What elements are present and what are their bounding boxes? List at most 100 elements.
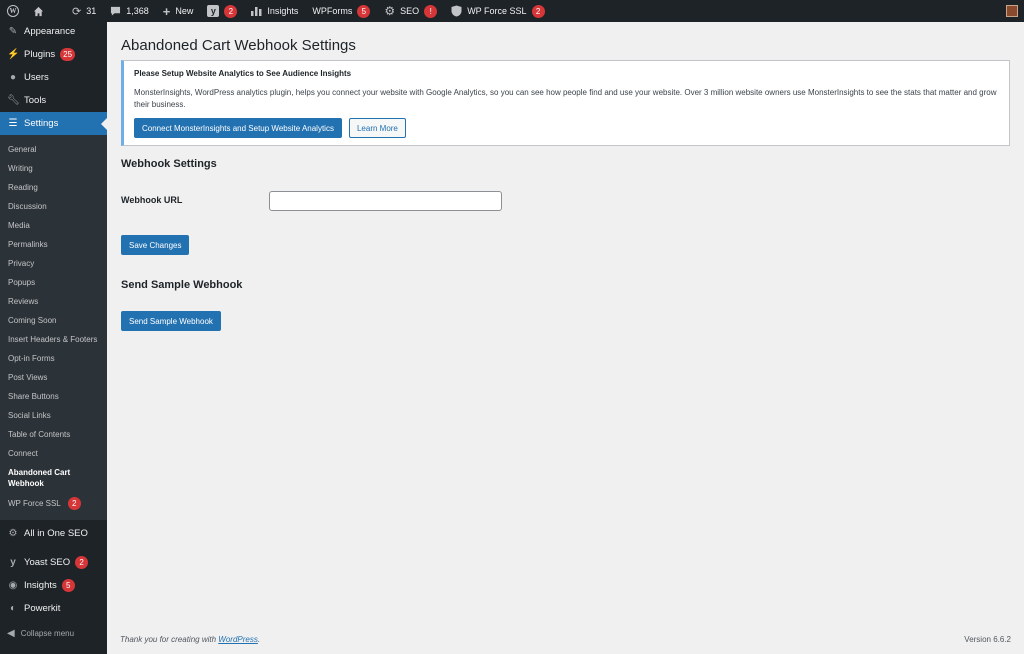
bar-chart-icon — [251, 7, 262, 16]
comment-icon — [111, 6, 121, 16]
submenu-item-table-of-contents[interactable]: Table of Contents — [0, 425, 107, 444]
updates-button[interactable]: ⟳ 31 — [65, 0, 103, 22]
submenu-item-abandoned-cart-webhook[interactable]: Abandoned Cart Webhook — [0, 463, 107, 493]
admin-bar: W ⟳ 31 1,368 + New y 2 Insights WPForms … — [0, 0, 1024, 22]
sidebar-item-label: Powerkit — [24, 603, 61, 614]
sidebar-item-users[interactable]: ● Users — [0, 66, 107, 89]
plugin-icon: ⚡ — [7, 49, 20, 60]
submenu-item-discussion[interactable]: Discussion — [0, 197, 107, 216]
ssl-badge: 2 — [531, 4, 545, 18]
submenu-item-popups[interactable]: Popups — [0, 273, 107, 292]
monsterinsights-notice: Please Setup Website Analytics to See Au… — [121, 60, 1010, 146]
yoast-icon: y — [10, 557, 16, 568]
shield-icon — [451, 5, 462, 17]
seo-button[interactable]: ⚙ SEO ! — [377, 0, 444, 22]
save-changes-button[interactable]: Save Changes — [121, 235, 190, 255]
webhook-url-label: Webhook URL — [121, 195, 183, 205]
sidebar-item-appearance[interactable]: ✎ Appearance — [0, 20, 107, 43]
footer-thanks: Thank you for creating with WordPress. — [120, 635, 260, 644]
sidebar-item-tools[interactable]: 🔧︎ Tools — [0, 89, 107, 112]
wordpress-logo-icon: W — [7, 5, 19, 17]
page-title: Abandoned Cart Webhook Settings — [121, 37, 356, 54]
yoast-sidebar-badge: 2 — [75, 556, 89, 569]
comments-button[interactable]: 1,368 — [103, 0, 156, 22]
submenu-item-opt-in-forms[interactable]: Opt-in Forms — [0, 349, 107, 368]
sidebar-item-yoast-seo[interactable]: y Yoast SEO 2 — [0, 551, 107, 574]
learn-more-button[interactable]: Learn More — [348, 118, 406, 138]
webhook-settings-heading: Webhook Settings — [121, 158, 217, 170]
powerkit-icon: ◐ — [9, 603, 17, 614]
submenu-item-privacy[interactable]: Privacy — [0, 254, 107, 273]
insights-badge: 5 — [61, 579, 75, 592]
wordpress-link[interactable]: WordPress — [218, 635, 258, 644]
submenu-item-reviews[interactable]: Reviews — [0, 292, 107, 311]
user-icon: ● — [9, 72, 17, 83]
footer-thanks-text: Thank you for creating with — [120, 635, 217, 644]
updates-icon: ⟳ — [72, 5, 82, 18]
seo-badge: ! — [424, 4, 438, 18]
submenu-item-connect[interactable]: Connect — [0, 444, 107, 463]
collapse-label: Collapse menu — [20, 628, 75, 638]
new-label: New — [175, 6, 194, 16]
sidebar-item-insights[interactable]: ◉ Insights 5 — [0, 574, 107, 597]
sidebar-item-all-in-one-seo[interactable]: ⚙ All in One SEO — [0, 522, 107, 545]
sidebar-item-settings[interactable]: ☰ Settings — [0, 112, 107, 135]
submenu-item-insert-headers-footers[interactable]: Insert Headers & Footers — [0, 330, 107, 349]
sidebar-item-label: Settings — [24, 118, 59, 129]
collapse-arrow-icon: ◀ — [7, 627, 15, 639]
wpforms-button[interactable]: WPForms 5 — [305, 0, 377, 22]
submenu-item-wp-force-ssl[interactable]: WP Force SSL 2 — [0, 493, 107, 514]
wordpress-logo-button[interactable]: W — [0, 0, 26, 22]
submenu-item-social-links[interactable]: Social Links — [0, 406, 107, 425]
comments-count: 1,368 — [126, 6, 149, 16]
seo-label: SEO — [400, 6, 420, 16]
sidebar-item-label: Users — [24, 72, 49, 83]
yoast-icon: y — [207, 5, 220, 17]
footer-thanks-suffix: . — [257, 635, 261, 644]
wpforms-badge: 5 — [357, 4, 371, 18]
yoast-button[interactable]: y 2 — [200, 0, 244, 22]
collapse-menu-button[interactable]: ◀ Collapse menu — [0, 622, 107, 644]
send-sample-webhook-heading: Send Sample Webhook — [121, 279, 243, 291]
admin-sidebar: ✎ Appearance ⚡ Plugins 25 ● Users 🔧︎ Too… — [0, 22, 107, 654]
insights-label: Insights — [267, 6, 299, 16]
submenu-item-permalinks[interactable]: Permalinks — [0, 235, 107, 254]
sidebar-item-label: Appearance — [24, 26, 76, 37]
wp-force-ssl-button[interactable]: WP Force SSL 2 — [444, 0, 551, 22]
sidebar-item-powerkit[interactable]: ◐ Powerkit — [0, 597, 107, 620]
sidebar-item-label: Tools — [24, 95, 47, 106]
settings-submenu: General Writing Reading Discussion Media… — [0, 135, 107, 520]
sidebar-item-label: Plugins — [24, 49, 56, 60]
sidebar-item-label: Insights — [24, 580, 57, 591]
footer-version: Version 6.6.2 — [964, 635, 1011, 644]
ssl-label: WP Force SSL — [467, 6, 527, 16]
main-content: Abandoned Cart Webhook Settings Please S… — [107, 22, 1024, 654]
insights-button[interactable]: Insights — [244, 0, 305, 22]
submenu-item-media[interactable]: Media — [0, 216, 107, 235]
notice-text: MonsterInsights, WordPress analytics plu… — [134, 88, 997, 109]
submenu-item-coming-soon[interactable]: Coming Soon — [0, 311, 107, 330]
submenu-item-share-buttons[interactable]: Share Buttons — [0, 387, 107, 406]
sidebar-item-plugins[interactable]: ⚡ Plugins 25 — [0, 43, 107, 66]
gear-icon: ⚙ — [8, 528, 18, 539]
submenu-item-reading[interactable]: Reading — [0, 178, 107, 197]
site-home-button[interactable] — [26, 0, 51, 22]
submenu-item-post-views[interactable]: Post Views — [0, 368, 107, 387]
plugins-badge: 25 — [60, 48, 76, 61]
avatar — [1006, 5, 1018, 17]
wrench-icon: 🔧︎ — [7, 95, 20, 106]
ssl-sub-badge: 2 — [67, 497, 81, 510]
notice-actions: Connect MonsterInsights and Setup Websit… — [134, 118, 999, 138]
notice-title: Please Setup Website Analytics to See Au… — [134, 69, 352, 78]
connect-monsterinsights-button[interactable]: Connect MonsterInsights and Setup Websit… — [134, 118, 342, 138]
submenu-item-writing[interactable]: Writing — [0, 159, 107, 178]
send-sample-webhook-button[interactable]: Send Sample Webhook — [121, 311, 221, 331]
paintbrush-icon: ✎ — [8, 26, 18, 37]
wpforms-label: WPForms — [312, 6, 353, 16]
submenu-item-general[interactable]: General — [0, 140, 107, 159]
monsterinsights-icon: ◉ — [8, 580, 18, 591]
new-content-button[interactable]: + New — [156, 0, 201, 22]
yoast-badge: 2 — [224, 4, 238, 18]
user-account-button[interactable] — [999, 0, 1024, 22]
webhook-url-input[interactable] — [269, 191, 502, 211]
